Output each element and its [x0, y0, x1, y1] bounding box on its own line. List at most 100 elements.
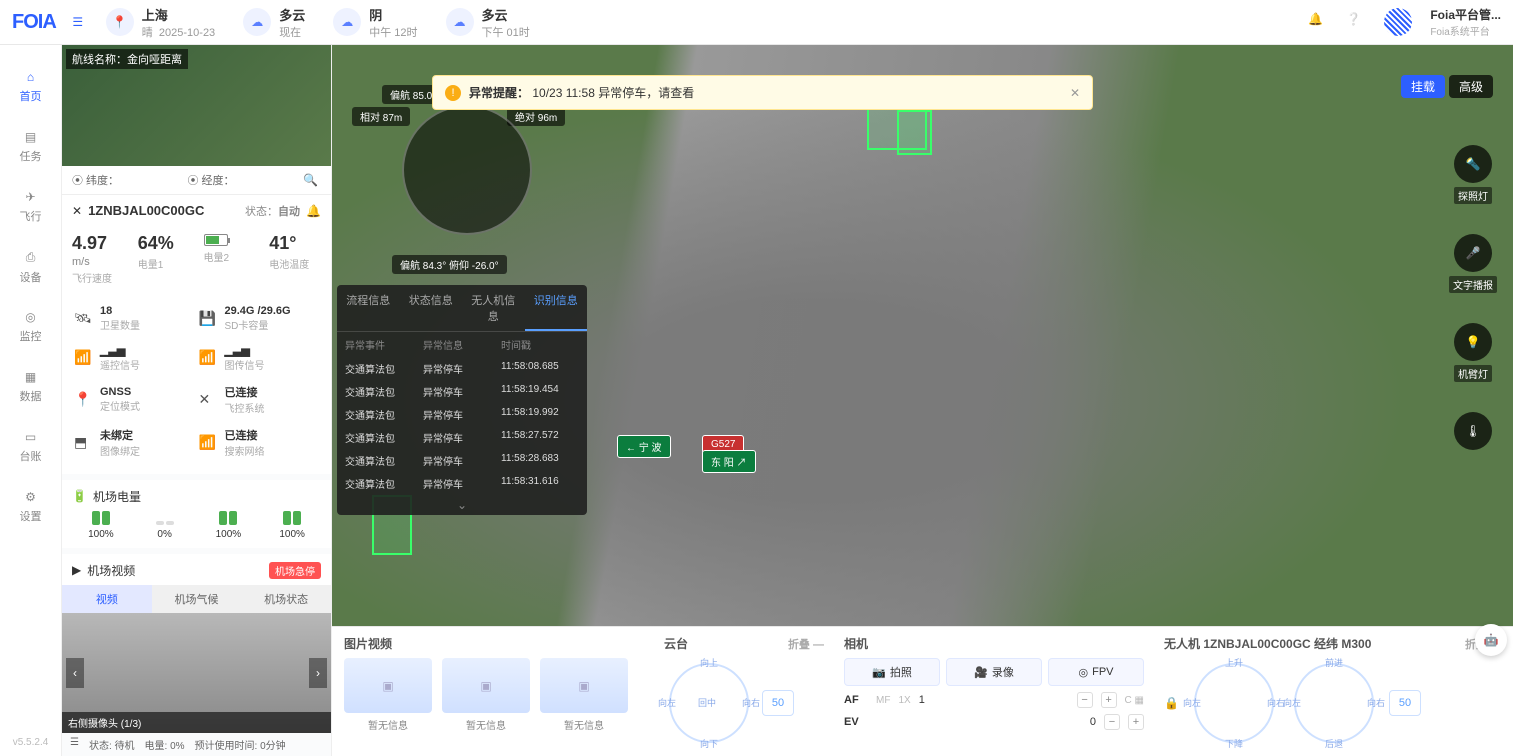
assistant-fab[interactable]: 🤖 [1475, 624, 1507, 656]
tab-video[interactable]: 视频 [62, 585, 152, 613]
bell-icon[interactable]: 🔔 [1308, 12, 1328, 32]
tab-process[interactable]: 流程信息 [337, 285, 400, 331]
minimap[interactable]: 航线名称：金向哑距离 [62, 45, 331, 166]
bottom-panel: 图片视频 ▣暂无信息 ▣暂无信息 ▣暂无信息 云台折叠 — 向上 向左 回中 向… [332, 626, 1513, 756]
close-icon[interactable]: ✕ [1070, 86, 1080, 100]
alert-banner: ! 异常提醒： 10/23 11:58 异常停车，请查看 ✕ [432, 75, 1093, 110]
satellite-icon: 🛰 [74, 310, 94, 327]
tab-state[interactable]: 状态信息 [400, 285, 463, 331]
expand-icon[interactable]: ⌄ [337, 495, 587, 515]
minus-button[interactable]: − [1104, 714, 1120, 730]
hud-gimbal: 偏航 84.3° 俯仰 -26.0° [392, 255, 507, 274]
photo-button[interactable]: 📷 拍照 [844, 658, 940, 686]
cloud-icon: ☁ [333, 8, 361, 36]
battery-icon: 🔋 [72, 489, 87, 503]
location-icon: 📍 [106, 8, 134, 36]
gimbal-speed[interactable]: 50 [762, 690, 794, 716]
data-icon: ▦ [25, 370, 36, 384]
status-grid: 🛰18卫星数量 💾29.4G /29.6GSD卡容量 📶▁▃▅遥控信号 📶▁▃▅… [62, 295, 331, 474]
user-info[interactable]: Foia平台管... Foia系统平台 [1430, 6, 1501, 38]
nav-data[interactable]: ▦数据 [0, 357, 61, 417]
detection-row[interactable]: 交通算法包异常停车11:58:28.683 [337, 449, 587, 472]
nav-home[interactable]: ⌂首页 [0, 57, 61, 117]
header: FOIA ☰ 📍 上海 晴 2025-10-23 ☁ 多云现在 ☁ 阴中午 12… [0, 0, 1513, 45]
throttle-pad[interactable]: 上升 向左 向右 下降 [1189, 658, 1279, 748]
signal-icon: 📶 [199, 349, 219, 366]
drone-speed[interactable]: 50 [1389, 690, 1421, 716]
battery-icon [204, 234, 228, 246]
info-panel: 流程信息 状态信息 无人机信息 识别信息 异常事件异常信息时间戳 交通算法包异常… [337, 285, 587, 515]
version: v5.5.2.4 [13, 729, 49, 756]
tab-status[interactable]: 机场状态 [241, 585, 331, 613]
estop-tag[interactable]: 机场急停 [269, 562, 321, 579]
spotlight-button[interactable]: 🔦 [1454, 145, 1492, 183]
menu-toggle-icon[interactable]: ☰ [66, 10, 90, 34]
nav-device[interactable]: ⎙设备 [0, 237, 61, 297]
fpv-button[interactable]: ◎ FPV [1048, 658, 1144, 686]
nav-flight[interactable]: ✈飞行 [0, 177, 61, 237]
prev-cam[interactable]: ‹ [66, 658, 84, 688]
ledger-icon: ▭ [25, 430, 36, 444]
media-thumb[interactable]: ▣暂无信息 [540, 658, 628, 732]
nav-task[interactable]: ▤任务 [0, 117, 61, 177]
minus-button[interactable]: − [1077, 692, 1093, 708]
wifi-icon: 📶 [199, 434, 219, 451]
drone-id: 1ZNBJAL00C00GC [88, 203, 239, 218]
collapse-button[interactable]: 折叠 — [788, 636, 824, 652]
video-icon: ▶ [72, 563, 81, 577]
apron-status: ☰状态: 待机电量: 0%预计使用时间: 0分钟 [62, 733, 331, 756]
road-sign: 东 阳 ↗ [702, 450, 756, 473]
detection-row[interactable]: 交通算法包异常停车11:58:08.685 [337, 357, 587, 380]
armlight-button[interactable]: 💡 [1454, 323, 1492, 361]
bell-icon[interactable]: 🔔 [306, 204, 321, 218]
record-button[interactable]: 🎥 录像 [946, 658, 1042, 686]
hud-rel: 相对 87m [352, 107, 410, 126]
tab-climate[interactable]: 机场气候 [152, 585, 242, 613]
detection-row[interactable]: 交通算法包异常停车11:58:31.616 [337, 472, 587, 495]
camera-title: 相机 [844, 635, 1144, 652]
location-city: 上海 [142, 5, 215, 24]
apron-camera: ‹ › 右侧摄像头 (1/3) [62, 613, 331, 734]
nav-ledger[interactable]: ▭台账 [0, 417, 61, 477]
gps-icon: 📍 [74, 391, 94, 408]
badge-advanced[interactable]: 高级 [1449, 75, 1493, 98]
media-thumb[interactable]: ▣暂无信息 [442, 658, 530, 732]
warning-icon: ! [445, 85, 461, 101]
compass [402, 105, 532, 235]
flight-icon: ✈ [25, 190, 35, 204]
plus-button[interactable]: + [1101, 692, 1117, 708]
gear-icon: ⚙ [25, 490, 36, 504]
cloud-icon: ☁ [243, 8, 271, 36]
lng-field[interactable]: ⦿ 经度： [188, 172, 296, 188]
sidenav: ⌂首页 ▤任务 ✈飞行 ⎙设备 ◎监控 ▦数据 ▭台账 ⚙设置 v5.5.2.4 [0, 45, 62, 756]
tab-detect[interactable]: 识别信息 [525, 285, 588, 331]
bind-icon: ⬒ [74, 434, 94, 451]
drone-stats: 4.97 m/s飞行速度 64%电量1 电量2 41°电池温度 [62, 227, 331, 295]
detection-row[interactable]: 交通算法包异常停车11:58:27.572 [337, 426, 587, 449]
nav-settings[interactable]: ⚙设置 [0, 477, 61, 537]
tts-button[interactable]: 🎤 [1454, 234, 1492, 272]
road-sign: ← 宁 波 [617, 435, 671, 458]
lock-icon[interactable]: 🔒 [1164, 696, 1179, 710]
lat-field[interactable]: ⦿ 纬度： [72, 172, 180, 188]
media-thumb[interactable]: ▣暂无信息 [344, 658, 432, 732]
weather-pm: ☁ 多云下午 01时 [446, 5, 530, 40]
next-cam[interactable]: › [309, 658, 327, 688]
right-tools: 🔦探照灯 🎤文字播报 💡机臂灯 🌡 [1449, 145, 1497, 450]
detection-row[interactable]: 交通算法包异常停车11:58:19.454 [337, 380, 587, 403]
help-icon[interactable]: ❔ [1346, 12, 1366, 32]
search-icon[interactable]: 🔍 [303, 173, 321, 187]
drone-header: ✕ 1ZNBJAL00C00GC 状态：自动 🔔 [62, 195, 331, 227]
weather-now: ☁ 多云现在 [243, 5, 305, 40]
tab-uav[interactable]: 无人机信息 [462, 285, 525, 331]
temp-button[interactable]: 🌡 [1454, 412, 1492, 450]
plus-button[interactable]: + [1128, 714, 1144, 730]
gimbal-pad[interactable]: 向上 向左 回中 向右 向下 [664, 658, 754, 748]
badge-payload[interactable]: 挂载 [1401, 75, 1445, 98]
nav-monitor[interactable]: ◎监控 [0, 297, 61, 357]
avatar[interactable] [1384, 8, 1412, 36]
cloud-icon: ☁ [446, 8, 474, 36]
detection-row[interactable]: 交通算法包异常停车11:58:19.992 [337, 403, 587, 426]
direction-pad[interactable]: 前进 向左 向右 后退 [1289, 658, 1379, 748]
coord-bar: ⦿ 纬度： ⦿ 经度： 🔍 [62, 166, 331, 195]
